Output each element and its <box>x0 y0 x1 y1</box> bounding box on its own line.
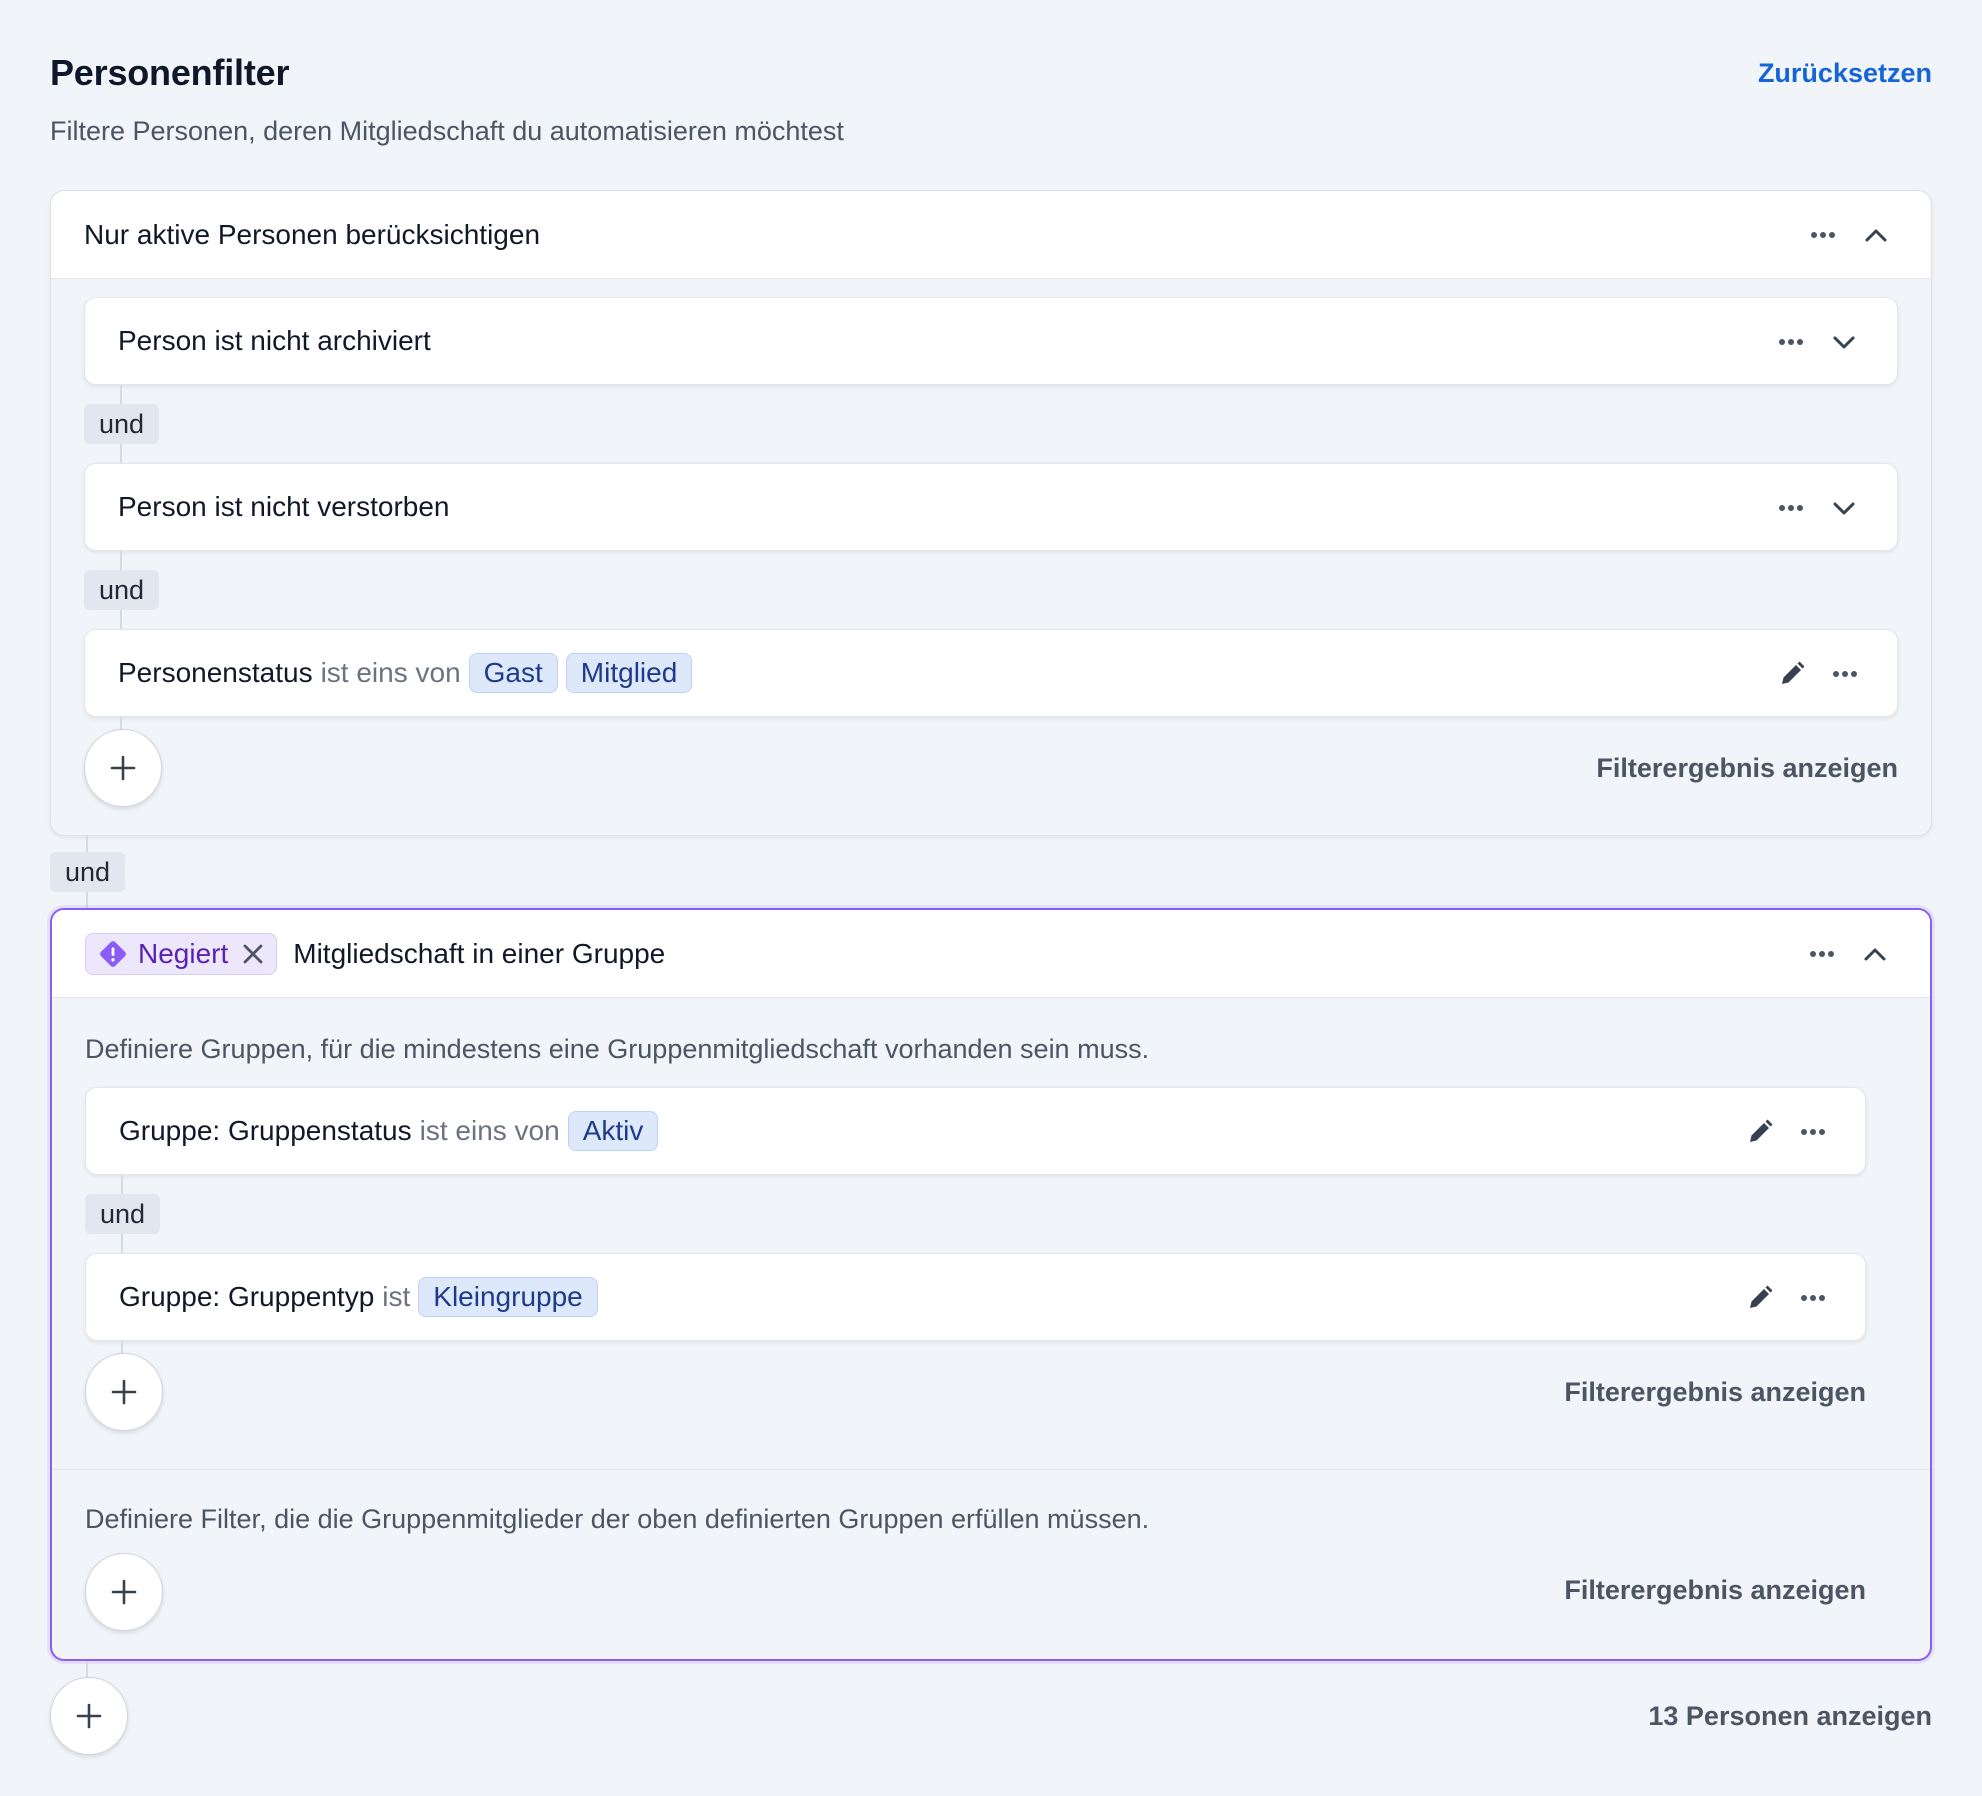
add-filter-button[interactable] <box>84 729 162 807</box>
pencil-edit-icon[interactable] <box>1777 659 1807 689</box>
close-icon[interactable] <box>240 941 266 967</box>
negated-badge: Negiert <box>85 932 278 975</box>
chevron-down-icon[interactable] <box>1829 493 1859 523</box>
chevron-down-icon[interactable] <box>1829 327 1859 357</box>
filter-card-group-status[interactable]: Gruppe: Gruppenstatus ist eins von Aktiv <box>85 1087 1866 1175</box>
filter-field: Personenstatus <box>118 657 313 688</box>
more-options-icon[interactable] <box>1808 940 1836 968</box>
add-row: Filterergebnis anzeigen <box>85 1547 1866 1645</box>
group-body: Person ist nicht archiviert und Person i… <box>51 279 1931 835</box>
chevron-up-icon[interactable] <box>1860 939 1890 969</box>
page-title: Personenfilter <box>50 52 290 93</box>
and-connector-label: und <box>84 570 160 610</box>
filter-group-active-persons: Nur aktive Personen berücksichtigen Pers… <box>50 190 1932 836</box>
add-filter-button[interactable] <box>85 1553 163 1631</box>
value-chip: Kleingruppe <box>418 1277 598 1317</box>
page-header: Personenfilter Filtere Personen, deren M… <box>50 0 1932 190</box>
show-filter-result-link[interactable]: Filterergebnis anzeigen <box>1596 753 1898 784</box>
group-title: Nur aktive Personen berücksichtigen <box>84 218 541 250</box>
group-section-groups: Definiere Gruppen, für die mindestens ei… <box>52 998 1930 1469</box>
add-row: Filterergebnis anzeigen <box>85 1341 1866 1453</box>
more-options-icon[interactable] <box>1777 328 1805 356</box>
connector: und <box>84 385 1898 463</box>
filter-field: Gruppe: Gruppenstatus <box>119 1115 412 1146</box>
more-options-icon[interactable] <box>1809 221 1837 249</box>
show-filter-result-link[interactable]: Filterergebnis anzeigen <box>1564 1377 1866 1408</box>
section-description: Definiere Gruppen, für die mindestens ei… <box>85 1034 1150 1064</box>
plus-icon <box>111 1579 137 1605</box>
plus-icon <box>111 1379 137 1405</box>
group-section-members: Definiere Filter, die die Gruppenmitglie… <box>52 1470 1930 1659</box>
more-options-icon[interactable] <box>1799 1118 1827 1146</box>
pencil-edit-icon[interactable] <box>1745 1283 1775 1313</box>
filter-card-person-status[interactable]: Personenstatus ist eins von Gast Mitglie… <box>84 629 1898 717</box>
filter-label: Person ist nicht archiviert <box>118 325 431 356</box>
and-connector-label: und <box>85 1194 161 1234</box>
plus-icon <box>110 755 136 781</box>
filter-operator: ist <box>382 1281 411 1312</box>
show-filter-result-link[interactable]: Filterergebnis anzeigen <box>1564 1575 1866 1606</box>
add-row: Filterergebnis anzeigen <box>84 717 1898 815</box>
add-group-button[interactable] <box>50 1677 128 1755</box>
filter-card-not-archived[interactable]: Person ist nicht archiviert <box>84 297 1898 385</box>
and-connector-label: und <box>50 852 126 892</box>
filter-operator: ist eins von <box>419 1115 560 1146</box>
filter-field: Gruppe: Gruppentyp <box>119 1281 375 1312</box>
filter-label: Person ist nicht verstorben <box>118 491 450 522</box>
connector-line <box>86 1661 88 1677</box>
filter-operator: ist eins von <box>320 657 461 688</box>
more-options-icon[interactable] <box>1777 494 1805 522</box>
and-connector-label: und <box>84 404 160 444</box>
reset-link[interactable]: Zurücksetzen <box>1758 58 1932 89</box>
warning-diamond-icon <box>98 939 128 969</box>
page-subtitle: Filtere Personen, deren Mitgliedschaft d… <box>50 116 844 146</box>
plus-icon <box>76 1703 102 1729</box>
footer-row: 13 Personen anzeigen <box>50 1661 1932 1761</box>
chevron-up-icon[interactable] <box>1861 220 1891 250</box>
value-chip: Mitglied <box>565 653 693 693</box>
add-filter-button[interactable] <box>85 1353 163 1431</box>
group-header[interactable]: Negiert Mitgliedschaft in einer Gruppe <box>52 910 1930 998</box>
show-persons-link[interactable]: 13 Personen anzeigen <box>1648 1701 1932 1732</box>
group-connector: und <box>50 836 1932 908</box>
filter-group-membership-negated: Negiert Mitgliedschaft in einer Gruppe D… <box>50 908 1932 1661</box>
value-chip: Gast <box>468 653 558 693</box>
negated-badge-label: Negiert <box>138 937 229 969</box>
value-chip: Aktiv <box>567 1111 659 1151</box>
group-title: Mitgliedschaft in einer Gruppe <box>293 937 666 969</box>
more-options-icon[interactable] <box>1831 660 1859 688</box>
filter-card-group-type[interactable]: Gruppe: Gruppentyp ist Kleingruppe <box>85 1253 1866 1341</box>
more-options-icon[interactable] <box>1799 1284 1827 1312</box>
filter-card-not-deceased[interactable]: Person ist nicht verstorben <box>84 463 1898 551</box>
group-header[interactable]: Nur aktive Personen berücksichtigen <box>51 191 1931 279</box>
personenfilter-page: Personenfilter Filtere Personen, deren M… <box>0 0 1982 1796</box>
connector: und <box>84 551 1898 629</box>
pencil-edit-icon[interactable] <box>1745 1117 1775 1147</box>
connector: und <box>85 1175 1866 1253</box>
section-description: Definiere Filter, die die Gruppenmitglie… <box>85 1504 1150 1534</box>
